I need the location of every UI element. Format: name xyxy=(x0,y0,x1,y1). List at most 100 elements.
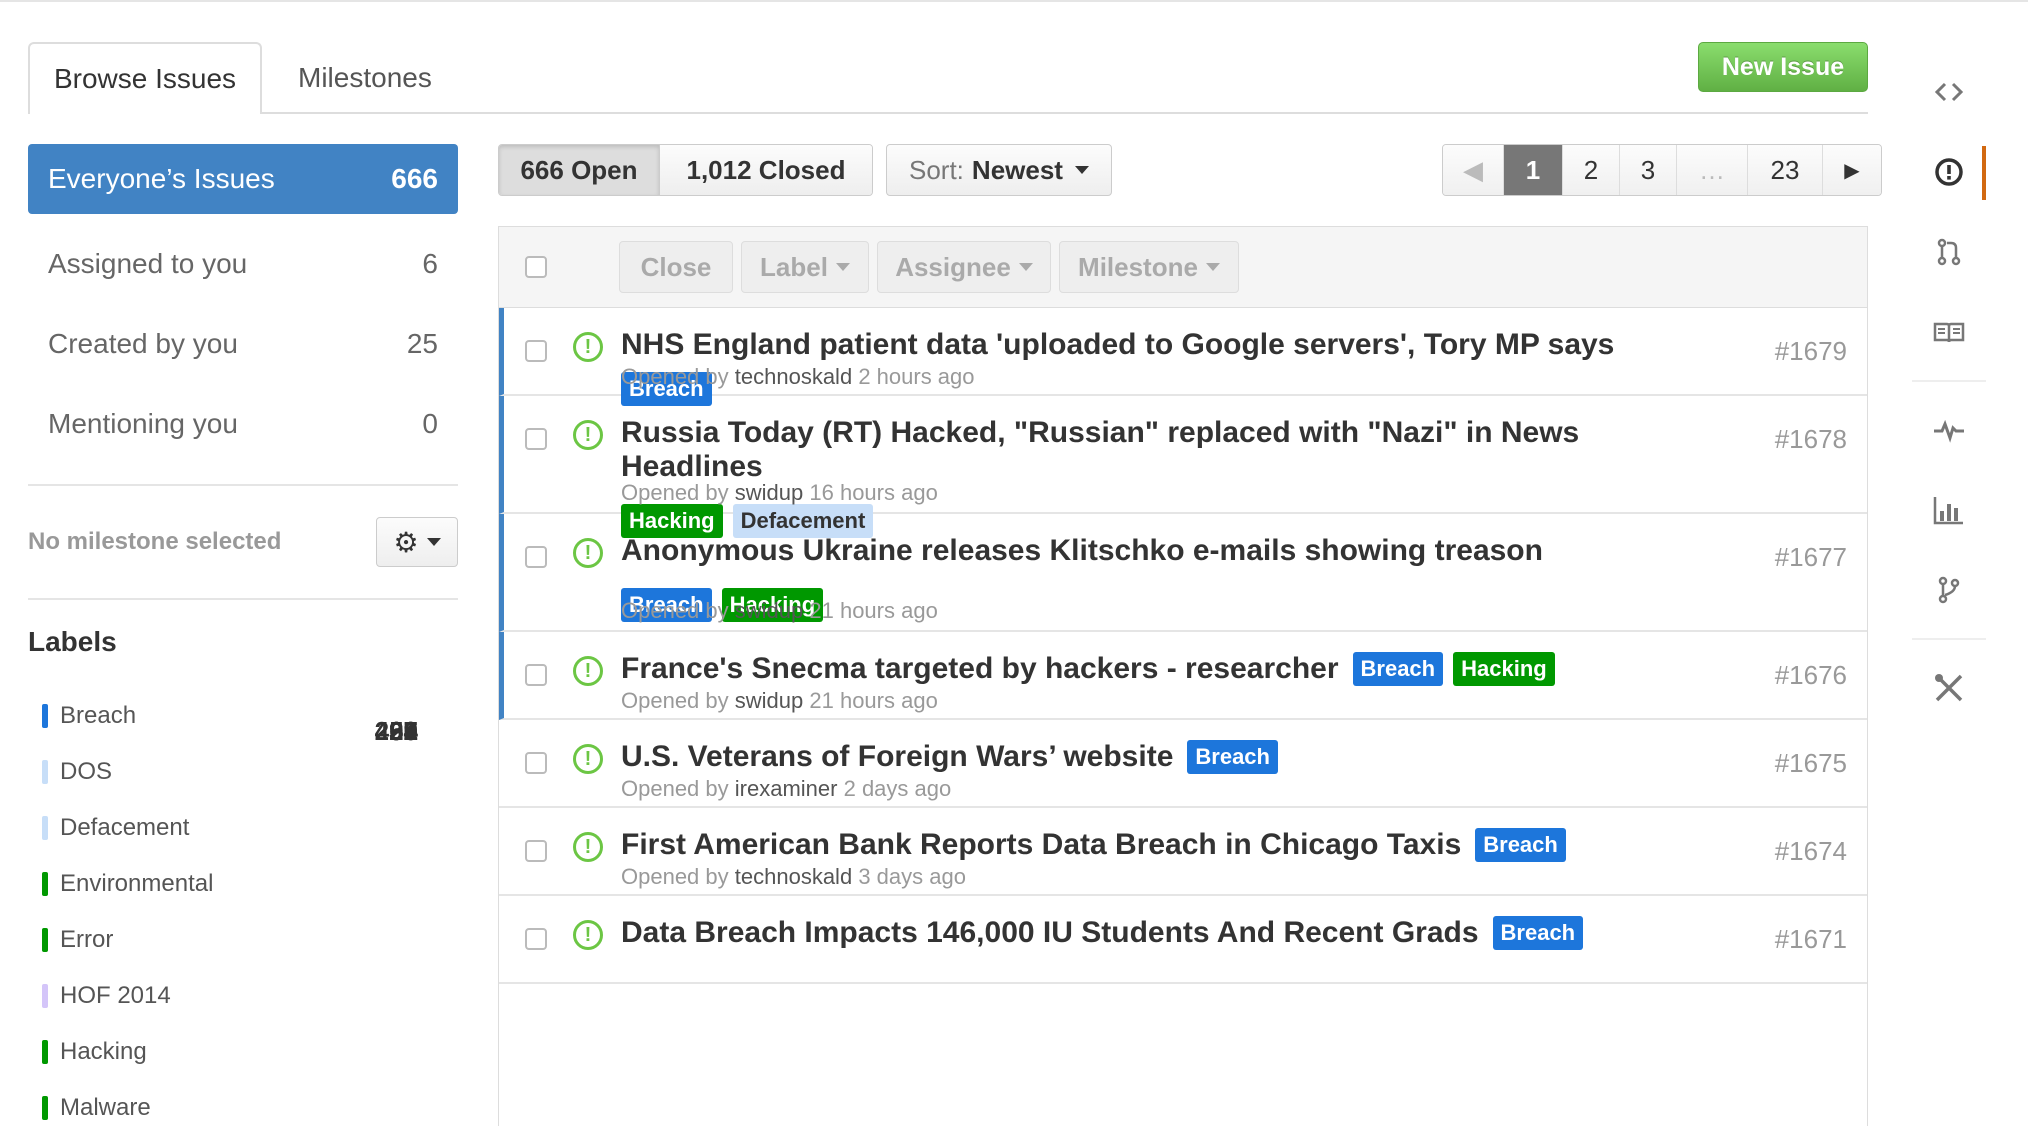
issue-checkbox[interactable] xyxy=(525,340,547,362)
issue-row[interactable]: ! Russia Today (RT) Hacked, "Russian" rep… xyxy=(499,396,1867,538)
filter-label: Assigned to you xyxy=(48,248,248,279)
network-icon xyxy=(1938,576,1960,604)
pagination-page[interactable]: 23 xyxy=(1748,145,1823,195)
pagination-next-button[interactable]: ▶ xyxy=(1823,145,1881,195)
tab-browse-issues[interactable]: Browse Issues xyxy=(28,42,262,114)
label-color-swatch xyxy=(42,872,48,896)
label-color-swatch xyxy=(42,928,48,952)
filter-everyones-issues[interactable]: Everyone’s Issues 666 xyxy=(28,144,458,214)
open-issues-button[interactable]: 666 Open xyxy=(499,145,660,195)
graphs-icon xyxy=(1933,497,1963,525)
issue-title-link[interactable]: Russia Today (RT) Hacked, "Russian" repl… xyxy=(621,416,1703,484)
issue-title-link[interactable]: Anonymous Ukraine releases Klitschko e-m… xyxy=(621,534,1543,568)
code-nav[interactable] xyxy=(1912,52,1986,132)
select-all-checkbox[interactable] xyxy=(525,256,547,278)
issue-checkbox[interactable] xyxy=(525,664,547,686)
sidebar-divider xyxy=(28,598,458,600)
pulse-icon xyxy=(1934,419,1964,443)
issue-number: #1678 xyxy=(1774,424,1847,454)
issue-row[interactable]: ! NHS England patient data 'uploaded to G… xyxy=(499,308,1867,406)
issues-icon xyxy=(1935,158,1963,186)
graphs-nav[interactable] xyxy=(1912,470,1986,550)
close-button[interactable]: Close xyxy=(619,241,733,293)
label-dropdown[interactable]: Label xyxy=(741,241,869,293)
label-color-swatch xyxy=(42,760,48,784)
label-name: HOF 2014 xyxy=(60,982,171,1009)
network-nav[interactable] xyxy=(1912,550,1986,630)
pagination-page[interactable]: 2 xyxy=(1563,145,1620,195)
issue-author-link[interactable]: technoskald xyxy=(735,864,852,889)
assignee-dropdown[interactable]: Assignee xyxy=(877,241,1051,293)
filter-count: 6 xyxy=(422,248,438,279)
label-filter-item[interactable]: Environmental 1 xyxy=(28,716,438,912)
issue-label-badge[interactable]: Hacking xyxy=(1453,652,1555,686)
issue-title-link[interactable]: France's Snecma targeted by hackers - re… xyxy=(621,652,1339,686)
issue-row[interactable]: ! France's Snecma targeted by hackers - r… xyxy=(499,632,1867,720)
milestone-dropdown[interactable]: Milestone xyxy=(1059,241,1239,293)
issue-checkbox[interactable] xyxy=(525,428,547,450)
issue-author-link[interactable]: swidup xyxy=(735,688,803,713)
issue-number: #1671 xyxy=(1774,924,1847,954)
issue-meta: Opened by swidup 21 hours ago xyxy=(621,688,938,714)
milestone-gear-button[interactable]: ⚙ xyxy=(376,517,458,567)
issue-checkbox[interactable] xyxy=(525,546,547,568)
open-issue-icon: ! xyxy=(573,744,603,774)
issue-title-link[interactable]: Data Breach Impacts 146,000 IU Students … xyxy=(621,916,1479,950)
pulse-nav[interactable] xyxy=(1912,390,1986,470)
settings-icon xyxy=(1935,674,1963,702)
issue-author-link[interactable]: swidup xyxy=(735,480,803,505)
sort-value: Newest xyxy=(971,154,1063,185)
issue-row[interactable]: ! Anonymous Ukraine releases Klitschko e-… xyxy=(499,514,1867,632)
issue-title-link[interactable]: NHS England patient data 'uploaded to Go… xyxy=(621,328,1614,362)
pull-requests-nav[interactable] xyxy=(1912,212,1986,292)
filter-mentioning-you[interactable]: Mentioning you 0 xyxy=(28,384,458,464)
wiki-nav[interactable] xyxy=(1912,292,1986,372)
issue-checkbox[interactable] xyxy=(525,752,547,774)
issue-row[interactable]: ! Data Breach Impacts 146,000 IU Students… xyxy=(499,896,1867,984)
issue-author-link[interactable]: irexaminer xyxy=(735,776,838,801)
label-filter-item[interactable]: Hacking 222 xyxy=(28,716,438,1080)
issue-label-badge[interactable]: Breach xyxy=(1187,740,1278,774)
issues-nav[interactable] xyxy=(1912,132,1986,212)
settings-nav[interactable] xyxy=(1912,648,1986,728)
issue-number: #1679 xyxy=(1774,336,1847,366)
pagination-gap: … xyxy=(1677,145,1748,195)
filter-assigned-to-you[interactable]: Assigned to you 6 xyxy=(28,224,458,304)
issue-title-link[interactable]: U.S. Veterans of Foreign Wars’ website xyxy=(621,740,1173,774)
issue-number: #1674 xyxy=(1774,836,1847,866)
label-filter-item[interactable]: HOF 2014 2 xyxy=(28,716,438,1024)
filter-label: Everyone’s Issues xyxy=(48,163,275,194)
filter-label: Created by you xyxy=(48,328,238,359)
sort-label: Sort: xyxy=(909,154,964,185)
sort-dropdown[interactable]: Sort: Newest xyxy=(886,144,1112,196)
issue-author-link[interactable]: swidup xyxy=(735,598,803,623)
issue-time: 21 hours ago xyxy=(809,598,938,623)
issue-filters: Everyone’s Issues 666 Assigned to you 6 … xyxy=(28,144,458,464)
issue-checkbox[interactable] xyxy=(525,840,547,862)
label-filter-item[interactable]: Malware 34 xyxy=(28,716,438,1136)
label-name: Error xyxy=(60,926,114,953)
issue-checkbox[interactable] xyxy=(525,928,547,950)
issue-author-link[interactable]: technoskald xyxy=(735,364,852,389)
label-filter-item[interactable]: Defacement 50 xyxy=(28,716,438,856)
tab-milestones[interactable]: Milestones xyxy=(298,42,432,114)
label-filter-item[interactable]: Error 65 xyxy=(28,716,438,968)
pagination-page[interactable]: 1 xyxy=(1504,145,1563,195)
issue-label-badge[interactable]: Breach xyxy=(1352,652,1444,686)
issue-row[interactable]: ! First American Bank Reports Data Breach… xyxy=(499,808,1867,896)
issues-list-header: Close Label Assignee Milestone xyxy=(499,227,1867,308)
opened-by-text: Opened by xyxy=(621,688,729,713)
issue-title-link[interactable]: First American Bank Reports Data Breach … xyxy=(621,828,1461,862)
issue-label-badge[interactable]: Breach xyxy=(1492,916,1584,950)
pagination-page[interactable]: 3 xyxy=(1620,145,1677,195)
issue-row[interactable]: ! U.S. Veterans of Foreign Wars’ website B… xyxy=(499,720,1867,808)
pagination-prev-button[interactable]: ◀ xyxy=(1443,145,1504,195)
label-color-swatch xyxy=(42,704,48,728)
closed-issues-button[interactable]: 1,012 Closed xyxy=(660,145,872,195)
new-issue-button[interactable]: New Issue xyxy=(1698,42,1868,92)
issue-title-line: U.S. Veterans of Foreign Wars’ website Br… xyxy=(621,740,1707,774)
filter-created-by-you[interactable]: Created by you 25 xyxy=(28,304,458,384)
label-filter-item[interactable]: DOS 37 xyxy=(28,716,438,800)
issue-number: #1676 xyxy=(1774,660,1847,690)
issue-label-badge[interactable]: Breach xyxy=(1475,828,1566,862)
